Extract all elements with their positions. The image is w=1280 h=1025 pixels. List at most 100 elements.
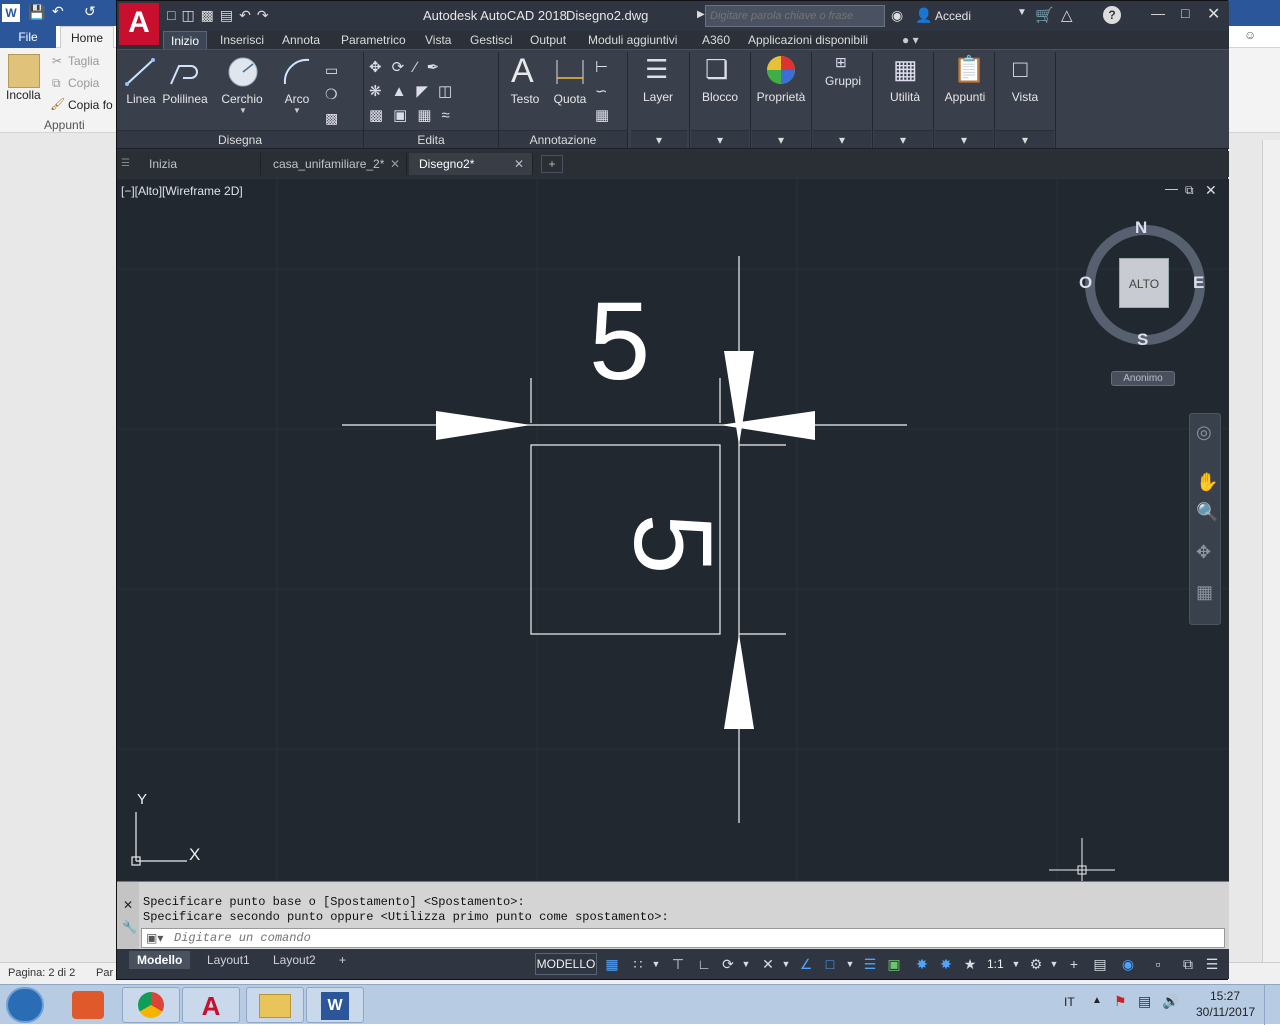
model-space-button[interactable]: MODELLO <box>535 953 597 975</box>
tab-gestisci[interactable]: Gestisci <box>463 31 520 49</box>
osnap-icon[interactable]: □ <box>821 955 839 973</box>
tab-inizio[interactable]: Inizio <box>163 31 208 49</box>
layout-tab-layout1[interactable]: Layout1 <box>199 951 258 969</box>
groups-panel-chevron[interactable]: ▾ <box>813 130 871 148</box>
redo-icon[interactable]: ↺ <box>84 3 96 20</box>
drawing-viewport[interactable]: [−][Alto][Wireframe 2D] — ⧉ ✕ 5 5 Y X N … <box>117 179 1229 881</box>
save-icon[interactable]: 💾 <box>28 4 45 21</box>
word-scrollbar[interactable] <box>1262 140 1280 962</box>
tab-parametrico[interactable]: Parametrico <box>334 31 413 49</box>
properties-panel-chevron[interactable]: ▾ <box>752 130 810 148</box>
showmotion-icon[interactable]: ▦ <box>1196 582 1213 603</box>
volume-icon[interactable]: 🔊 <box>1162 993 1179 1010</box>
cut-button[interactable]: Taglia <box>68 54 99 68</box>
language-indicator[interactable]: IT <box>1064 995 1075 1009</box>
circle-button[interactable]: Cerchio <box>217 92 267 106</box>
snap-chevron-icon[interactable]: ▼ <box>647 955 665 973</box>
word-file-tab[interactable]: File <box>0 26 56 48</box>
ucs-dropdown[interactable]: Anonimo <box>1111 371 1175 386</box>
steering-wheel-icon[interactable]: ◎ <box>1196 422 1212 443</box>
command-input-box[interactable]: ▣▾ <box>141 928 1225 948</box>
paste-button[interactable]: Incolla <box>6 88 41 102</box>
annotation-panel-label[interactable]: Annotazione <box>499 130 627 148</box>
file-tabs-menu-icon[interactable]: ☰ <box>121 153 135 175</box>
line-button[interactable]: Linea <box>121 92 161 106</box>
clock-date[interactable]: 30/11/2017 <box>1196 1005 1255 1019</box>
quick-access-toolbar[interactable]: □◫▩▤↶↷ <box>167 7 275 24</box>
polar-chevron-icon[interactable]: ▼ <box>737 955 755 973</box>
grid-icon[interactable]: ▦ <box>603 955 621 973</box>
annotation-visibility-icon[interactable]: ✸ <box>913 955 931 973</box>
annotation-scale-icon[interactable]: ★ <box>961 955 979 973</box>
orbit-icon[interactable]: ✥ <box>1196 542 1211 563</box>
auto-scale-icon[interactable]: ✸ <box>937 955 955 973</box>
transparency-icon[interactable]: ▣ <box>885 955 903 973</box>
workspace-gear-icon[interactable]: ⚙ <box>1027 955 1045 973</box>
word-share-icon[interactable]: ☺ <box>1244 28 1264 46</box>
layout-tab-model[interactable]: Modello <box>129 951 191 969</box>
utilities-button[interactable]: Utilità <box>877 90 933 104</box>
close-tab-icon[interactable]: ✕ <box>514 153 524 175</box>
polyline-button[interactable]: Polilinea <box>161 92 209 106</box>
clipboard-button[interactable]: Appunti <box>937 90 993 104</box>
viewcube-face-top[interactable]: ALTO <box>1119 258 1169 308</box>
command-input[interactable] <box>174 929 1214 947</box>
exchange-icon[interactable]: △ <box>1061 6 1073 24</box>
lineweight-icon[interactable]: ☰ <box>861 955 879 973</box>
viewcube-north[interactable]: N <box>1135 218 1147 238</box>
arc-chevron-icon[interactable]: ▼ <box>293 106 301 115</box>
copy-button[interactable]: Copia <box>68 76 99 90</box>
taskbar-word[interactable]: W <box>306 987 364 1023</box>
modify-panel-label[interactable]: Edita <box>364 130 498 148</box>
block-button[interactable]: Blocco <box>693 90 747 104</box>
tab-moduli[interactable]: Moduli aggiuntivi <box>581 31 684 49</box>
modify-tools[interactable]: ✥⟳∕✒ ❋▲◤◫ ▩▣▦≈ <box>369 56 495 128</box>
block-panel-chevron[interactable]: ▾ <box>691 130 749 148</box>
tab-a360[interactable]: A360 <box>695 31 737 49</box>
command-line-grip[interactable]: ✕ 🔧 <box>117 882 139 952</box>
tab-vista[interactable]: Vista <box>418 31 458 49</box>
view-panel-chevron[interactable]: ▾ <box>996 130 1054 148</box>
format-painter-button[interactable]: Copia fo <box>68 98 114 112</box>
help-icon[interactable]: ? <box>1103 6 1121 24</box>
close-icon[interactable]: ✕ <box>123 898 133 912</box>
osnap-chevron-icon[interactable]: ▼ <box>841 955 859 973</box>
annotation-small-tools[interactable]: ⊢ ∽ ▦ <box>595 56 609 128</box>
infer-icon[interactable]: ⊤ <box>669 955 687 973</box>
layout-tab-layout2[interactable]: Layout2 <box>265 951 324 969</box>
tab-annota[interactable]: Annota <box>275 31 327 49</box>
close-tab-icon[interactable]: ✕ <box>390 153 400 175</box>
tab-inserisci[interactable]: Inserisci <box>213 31 271 49</box>
isodraft-icon[interactable]: ✕ <box>759 955 777 973</box>
word-home-tab[interactable]: Home <box>60 26 114 48</box>
fullscreen-icon[interactable]: ⧉ <box>1179 955 1197 973</box>
isodraft-chevron-icon[interactable]: ▼ <box>777 955 795 973</box>
taskbar-autocad[interactable]: A <box>182 987 240 1023</box>
cart-icon[interactable]: 🛒 <box>1035 6 1054 24</box>
properties-button[interactable]: Proprietà <box>753 90 809 104</box>
signin-button[interactable]: Accedi <box>935 9 971 23</box>
taskbar-chrome[interactable] <box>122 987 180 1023</box>
layer-button[interactable]: Layer <box>633 90 683 104</box>
show-desktop-button[interactable] <box>1264 985 1280 1025</box>
tab-output[interactable]: Output <box>523 31 573 49</box>
groups-button[interactable]: Gruppi <box>815 74 871 88</box>
viewcube-west[interactable]: O <box>1079 273 1092 293</box>
ortho-icon[interactable]: ∟ <box>695 955 713 973</box>
scale-dropdown[interactable]: 1:1 <box>987 957 1004 971</box>
arc-button[interactable]: Arco <box>277 92 317 106</box>
clipboard-panel-chevron[interactable]: ▾ <box>935 130 993 148</box>
binoculars-icon[interactable]: ◉ <box>891 7 903 24</box>
tray-expand-icon[interactable]: ▲ <box>1092 995 1102 1006</box>
minimize-icon[interactable]: — <box>1151 5 1165 21</box>
zoom-icon[interactable]: 🔍 <box>1196 502 1218 523</box>
snap-icon[interactable]: ∷ <box>629 955 647 973</box>
chevron-down-icon[interactable]: ▼ <box>1017 7 1027 18</box>
file-tab-inizia[interactable]: Inizia <box>139 153 261 175</box>
undo-icon[interactable]: ↶ <box>52 3 64 20</box>
file-tab-casa[interactable]: casa_unifamiliare_2* ✕ <box>263 153 407 175</box>
clean-screen-icon[interactable]: ▫ <box>1149 955 1167 973</box>
network-icon[interactable]: ▤ <box>1138 993 1151 1010</box>
new-tab-button[interactable]: + <box>541 155 563 173</box>
customize-icon[interactable]: ☰ <box>1203 955 1221 973</box>
